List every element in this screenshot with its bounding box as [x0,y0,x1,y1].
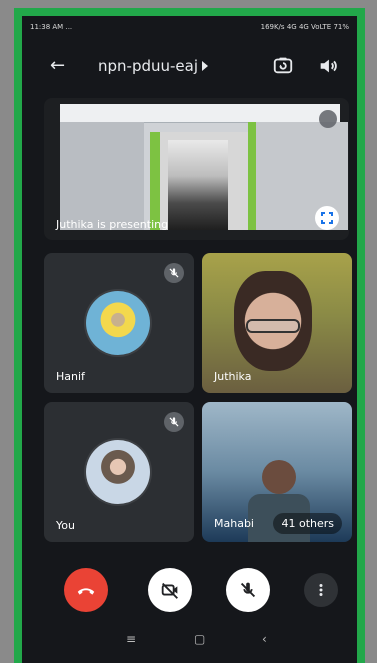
end-call-icon [77,588,95,595]
participant-tile-juthika[interactable]: Juthika [202,253,352,393]
switch-camera-icon[interactable] [272,54,294,76]
status-dots: ... [65,23,73,31]
presenter-label: Juthika is presenting [56,218,169,231]
top-bar: ← npn-pduu-eaj [22,50,357,80]
shared-screen [60,104,348,230]
status-bar: 11:38 AM ... 169K/s 4G 4G VoLTE 71% [22,16,357,38]
avatar [86,440,150,504]
participant-video-detail [246,319,300,333]
status-time: 11:38 AM [30,23,64,31]
back-arrow-icon[interactable]: ← [50,55,65,76]
speaker-icon[interactable] [317,55,339,77]
battery-percent: 71% [333,23,349,31]
mic-toggle-button[interactable] [226,568,270,612]
camera-toggle-button[interactable] [148,568,192,612]
status-speed: 169K/s [260,23,285,31]
android-nav-bar: ≡ ▢ ‹ [22,628,357,656]
participant-name: Mahabi [214,517,254,530]
participant-tile-you[interactable]: You [44,402,194,542]
meet-call-screen: 11:38 AM ... 169K/s 4G 4G VoLTE 71% ← np… [22,16,357,663]
participant-name: Hanif [56,370,85,383]
meeting-code[interactable]: npn-pduu-eaj [98,57,198,75]
nav-back-icon[interactable]: ‹ [262,632,267,646]
status-right: 169K/s 4G 4G VoLTE 71% [261,23,349,31]
fullscreen-button[interactable] [315,206,339,230]
more-vert-icon [319,584,323,596]
presentation-tile[interactable]: Juthika is presenting [44,98,349,240]
camera-off-icon [161,582,178,599]
participant-tile-hanif[interactable]: Hanif [44,253,194,393]
status-left: 11:38 AM ... [30,23,72,31]
call-controls [22,568,357,612]
fullscreen-icon [321,212,333,224]
menu-icon[interactable]: ≡ [126,632,136,646]
others-count-badge[interactable]: 41 others [273,513,342,534]
end-call-button[interactable] [64,568,108,612]
avatar [86,291,150,355]
presenter-photo [168,140,228,230]
status-net1: 4G [286,23,297,31]
green-frame: 11:38 AM ... 169K/s 4G 4G VoLTE 71% ← np… [14,8,365,663]
participant-video-face [262,460,296,494]
caret-right-icon[interactable] [202,61,208,71]
mic-off-icon [240,582,256,598]
participant-name: Juthika [214,370,252,383]
mic-off-icon [164,263,184,283]
present-mic-icon [319,110,337,128]
slide-left-panel [60,122,144,230]
participant-tile-others[interactable]: Mahabi 41 others [202,402,352,542]
spreadsheet-ribbon [60,104,340,123]
more-options-button[interactable] [304,573,338,607]
status-net2: 4G VoLTE [298,23,332,31]
mic-off-icon [164,412,184,432]
participant-name: You [56,519,75,532]
home-icon[interactable]: ▢ [194,632,205,646]
